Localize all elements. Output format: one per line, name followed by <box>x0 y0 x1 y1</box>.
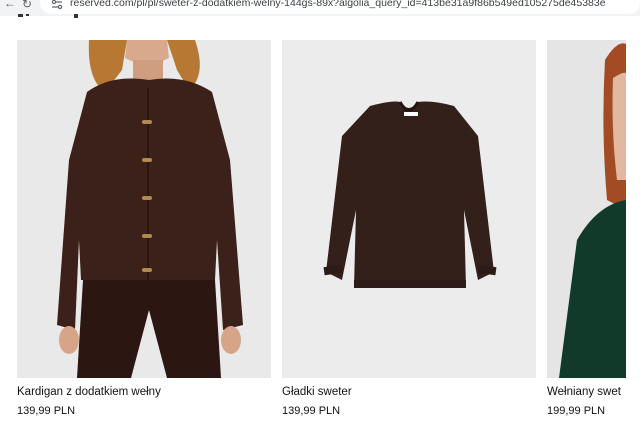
product-title[interactable]: Wełniany swet <box>547 386 626 398</box>
product-image[interactable] <box>282 40 536 378</box>
product-price: 139,99 PLN <box>17 405 76 417</box>
brown-sweater-flatlay-photo <box>282 40 536 378</box>
reload-icon[interactable]: ↻ <box>20 0 34 11</box>
url-text: reserved.com/pl/pl/sweter-z-dodatkiem-we… <box>70 0 606 9</box>
product-card[interactable]: Wełniany swet 199,99 PLN <box>547 40 626 417</box>
product-title[interactable]: Gładki sweter <box>282 386 352 398</box>
product-image[interactable] <box>547 40 626 378</box>
product-card[interactable]: Kardigan z dodatkiem wełny 139,99 PLN <box>17 40 271 417</box>
product-price: 199,99 PLN <box>547 405 606 417</box>
product-title[interactable]: Kardigan z dodatkiem wełny <box>17 386 161 398</box>
product-price: 139,99 PLN <box>282 405 341 417</box>
product-card[interactable]: Gładki sweter 139,99 PLN <box>282 40 536 417</box>
section-heading-fragment <box>18 14 78 18</box>
brown-cardigan-model-photo <box>17 40 271 378</box>
product-image[interactable] <box>17 40 271 378</box>
site-info-icon[interactable] <box>50 0 64 11</box>
green-sweater-model-photo <box>547 40 626 378</box>
back-arrow-icon[interactable]: ← <box>3 0 17 10</box>
browser-address-bar: ← ↻ reserved.com/pl/pl/sweter-z-dodatkie… <box>0 0 640 16</box>
